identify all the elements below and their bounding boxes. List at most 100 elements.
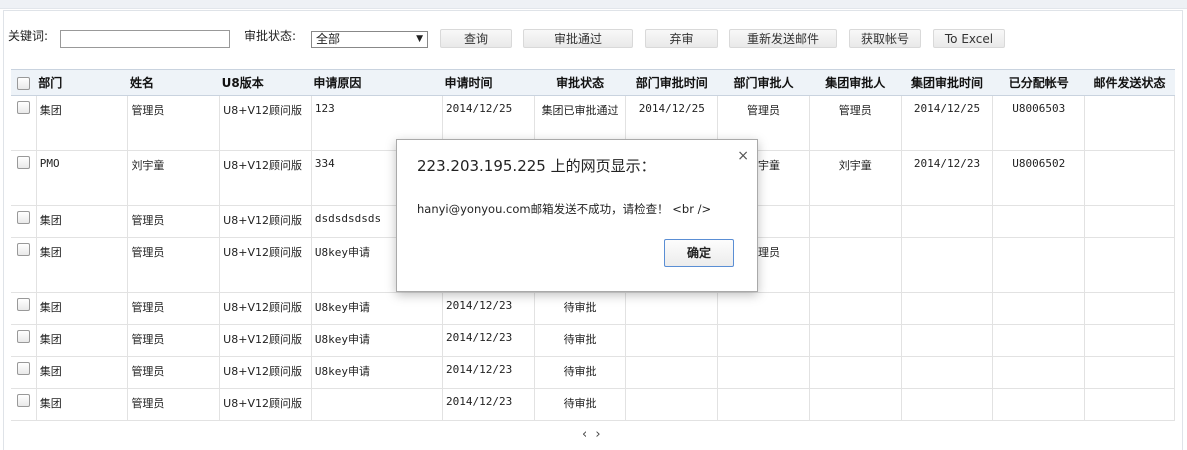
cell-status: 待审批 [534, 324, 627, 357]
column-header[interactable]: 已分配帐号 [992, 69, 1085, 96]
column-header[interactable]: 部门 [36, 69, 128, 96]
cell-mail [1084, 237, 1175, 293]
cell-group-time [901, 205, 994, 238]
row-checkbox[interactable] [16, 155, 30, 169]
column-header[interactable]: 集团审批人 [809, 69, 902, 96]
cell-dept-time [625, 388, 719, 421]
top-strip [0, 0, 1187, 9]
column-header[interactable]: 部门审批人 [717, 69, 810, 96]
approve-button[interactable]: 审批通过 [523, 29, 633, 48]
cell-time: 2014/12/23 [442, 292, 535, 325]
cell-reason [311, 388, 443, 421]
cell-group-time [901, 292, 994, 325]
resend-email-button[interactable]: 重新发送邮件 [729, 29, 837, 48]
row-checkbox[interactable] [16, 100, 30, 114]
row-checkbox-cell [11, 388, 37, 421]
cell-dept-approver [717, 292, 810, 325]
cell-time: 2014/12/23 [442, 356, 535, 389]
cell-name: 管理员 [127, 95, 221, 151]
cell-version: U8+V12顾问版 [219, 388, 312, 421]
cell-account [992, 237, 1086, 293]
cell-name: 管理员 [127, 388, 221, 421]
cell-version: U8+V12顾问版 [219, 292, 312, 325]
cell-version: U8+V12顾问版 [219, 95, 312, 151]
row-checkbox[interactable] [16, 297, 30, 311]
cell-version: U8+V12顾问版 [219, 324, 312, 357]
cell-account [992, 292, 1086, 325]
cell-version: U8+V12顾问版 [219, 356, 312, 389]
cell-dept: 集团 [36, 324, 129, 357]
row-checkbox-cell [11, 205, 37, 238]
column-header[interactable]: 申请原因 [311, 69, 443, 96]
cell-account: U8006503 [992, 95, 1086, 151]
cell-account: U8006502 [992, 150, 1086, 206]
query-button[interactable]: 查询 [440, 29, 512, 48]
cell-group-approver: 刘宇童 [809, 150, 902, 206]
cell-group-time: 2014/12/25 [901, 95, 994, 151]
status-selected-value: 全部 [316, 32, 341, 46]
status-select[interactable]: 全部 ▼ [311, 31, 428, 48]
cell-group-approver [809, 356, 902, 389]
cell-mail [1084, 388, 1175, 421]
cell-mail [1084, 95, 1175, 151]
cell-dept-approver [717, 388, 810, 421]
row-checkbox[interactable] [16, 361, 30, 375]
cell-status: 待审批 [534, 356, 627, 389]
cell-mail [1084, 292, 1175, 325]
column-header[interactable]: 集团审批时间 [901, 69, 993, 96]
keyword-input[interactable] [60, 30, 230, 48]
cell-version: U8+V12顾问版 [219, 150, 312, 206]
cell-name: 管理员 [127, 205, 221, 238]
cell-reason: U8key申请 [311, 324, 443, 357]
column-header[interactable]: 审批状态 [534, 69, 626, 96]
abandon-approval-button[interactable]: 弃审 [645, 29, 718, 48]
row-checkbox-cell [11, 324, 37, 357]
cell-mail [1084, 150, 1175, 206]
cell-name: 管理员 [127, 324, 221, 357]
dialog-ok-button[interactable]: 确定 [664, 239, 734, 267]
cell-dept: PMO [36, 150, 129, 206]
cell-dept: 集团 [36, 95, 129, 151]
row-checkbox[interactable] [16, 210, 30, 224]
cell-account [992, 324, 1086, 357]
column-header[interactable]: U8版本 [219, 69, 312, 96]
row-checkbox[interactable] [16, 242, 30, 256]
column-header[interactable]: 申请时间 [442, 69, 535, 96]
select-all-checkbox[interactable] [17, 76, 31, 90]
cell-account [992, 205, 1086, 238]
column-header[interactable]: 邮件发送状态 [1084, 69, 1175, 96]
cell-reason: U8key申请 [311, 292, 443, 325]
row-checkbox[interactable] [16, 393, 30, 407]
row-checkbox[interactable] [16, 329, 30, 343]
cell-mail [1084, 324, 1175, 357]
cell-dept-approver [717, 324, 810, 357]
cell-account [992, 356, 1086, 389]
cell-dept-approver [717, 356, 810, 389]
cell-group-time: 2014/12/23 [901, 150, 994, 206]
cell-group-time [901, 237, 994, 293]
page: 关键词: 审批状态: 全部 ▼ 查询 审批通过 弃审 重新发送邮件 获取帐号 T… [0, 0, 1187, 450]
table-row[interactable]: 集团 管理员 U8+V12顾问版 U8key申请 2014/12/23 待审批 [11, 324, 1175, 357]
table-row[interactable]: 集团 管理员 U8+V12顾问版 U8key申请 2014/12/23 待审批 [11, 292, 1175, 325]
export-excel-button[interactable]: To Excel [933, 29, 1005, 48]
alert-dialog: 223.203.195.225 上的网页显示： × hanyi@yonyou.c… [396, 139, 758, 292]
select-all-header [11, 69, 37, 96]
dialog-message: hanyi@yonyou.com邮箱发送不成功，请检查！ <br /> [417, 202, 712, 216]
status-label: 审批状态: [244, 29, 297, 43]
cell-name: 管理员 [127, 292, 221, 325]
table-row[interactable]: 集团 管理员 U8+V12顾问版 U8key申请 2014/12/23 待审批 [11, 356, 1175, 389]
column-header[interactable]: 部门审批时间 [625, 69, 718, 96]
cell-version: U8+V12顾问版 [219, 205, 312, 238]
pagination[interactable]: ‹ › [582, 427, 603, 442]
table-row[interactable]: 集团 管理员 U8+V12顾问版 2014/12/23 待审批 [11, 388, 1175, 421]
dropdown-arrow-icon: ▼ [416, 34, 423, 44]
get-account-button[interactable]: 获取帐号 [849, 29, 921, 48]
cell-group-time [901, 388, 994, 421]
row-checkbox-cell [11, 95, 37, 151]
cell-group-time [901, 356, 994, 389]
column-header[interactable]: 姓名 [127, 69, 220, 96]
close-icon[interactable]: × [737, 148, 749, 164]
cell-dept: 集团 [36, 356, 129, 389]
cell-group-approver [809, 205, 902, 238]
cell-group-time [901, 324, 994, 357]
